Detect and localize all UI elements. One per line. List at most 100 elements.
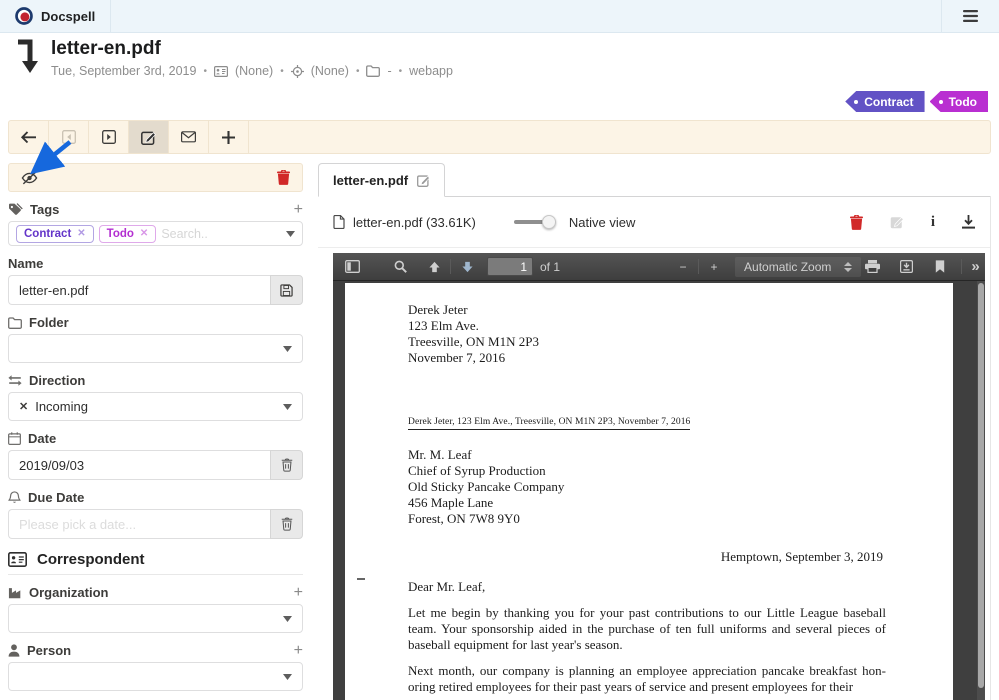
toggle-knob	[542, 215, 556, 229]
document-panel: letter-en.pdf letter-en.pdf (33.61K) Nat…	[318, 163, 991, 700]
save-name-button[interactable]	[270, 275, 303, 305]
tags-multiselect[interactable]: Contract ✕ Todo ✕	[8, 221, 303, 246]
native-view-label: Native view	[569, 215, 635, 230]
user-icon	[8, 644, 20, 657]
pdf-next-page-button[interactable]	[456, 256, 478, 278]
fold-mark	[357, 578, 365, 580]
sidebar-header	[8, 163, 303, 192]
add-person-button[interactable]: +	[294, 644, 303, 658]
tab-label: letter-en.pdf	[333, 173, 408, 188]
tag-badge-contract[interactable]: Contract	[845, 91, 924, 112]
hamburger-icon	[963, 10, 978, 22]
eye-slash-icon[interactable]	[21, 171, 38, 185]
next-item-button[interactable]	[89, 121, 129, 153]
delete-item-button[interactable]	[277, 170, 290, 185]
download-file-button[interactable]	[962, 215, 975, 229]
file-icon	[333, 215, 345, 229]
add-organization-button[interactable]: +	[294, 586, 303, 600]
direction-select[interactable]: ✕ Incoming	[8, 392, 303, 421]
pdf-page-count: of 1	[540, 260, 560, 274]
attachment-tab[interactable]: letter-en.pdf	[318, 163, 445, 197]
pdf-search-button[interactable]	[389, 256, 411, 278]
pdf-zoom-select[interactable]: Automatic Zoom	[735, 257, 861, 277]
correspondent-card-icon	[214, 66, 228, 77]
folder-icon	[8, 317, 22, 329]
chevron-down-icon	[283, 346, 292, 352]
letter-place-date: Hemptown, September 3, 2019	[345, 549, 953, 565]
remove-tag-icon[interactable]: ✕	[140, 228, 148, 239]
file-info-button[interactable]: i	[931, 215, 935, 229]
level-down-arrow-icon	[16, 38, 40, 78]
bullet-separator: •	[356, 66, 360, 77]
letter-return-address: Derek Jeter, 123 Elm Ave., Treesville, O…	[408, 417, 690, 430]
person-field-label: Person +	[8, 643, 303, 658]
name-input-group	[8, 275, 303, 305]
clear-date-button[interactable]	[270, 450, 303, 480]
back-button[interactable]	[9, 121, 49, 153]
app-root: Docspell letter-en.pdf Tue, September 3r…	[0, 0, 999, 700]
pdf-page-number-input[interactable]	[487, 257, 533, 276]
pdf-scrollbar[interactable]	[977, 281, 985, 700]
remove-tag-icon[interactable]: ✕	[77, 228, 85, 239]
tag-chip-contract[interactable]: Contract ✕	[16, 225, 94, 243]
edit-icon	[141, 130, 156, 145]
pdf-download-button[interactable]	[895, 256, 917, 278]
date-field-label: Date	[8, 431, 303, 446]
pdf-bookmark-button[interactable]	[929, 256, 951, 278]
pdf-sidebar-toggle-button[interactable]	[341, 256, 363, 278]
person-select[interactable]	[8, 662, 303, 691]
clear-due-date-button[interactable]	[270, 509, 303, 539]
brand-home-link[interactable]: Docspell	[0, 0, 111, 32]
native-view-toggle[interactable]	[514, 214, 556, 230]
tags-search-input[interactable]	[161, 227, 241, 241]
folder-field-label: Folder	[8, 315, 303, 330]
menu-button[interactable]	[941, 0, 999, 32]
document-header: letter-en.pdf Tue, September 3rd, 2019 •…	[16, 38, 453, 78]
edit-mode-button[interactable]	[129, 121, 169, 153]
delete-file-button[interactable]	[850, 215, 863, 230]
tag-badges: Contract Todo	[845, 91, 988, 112]
meta-correspondent: (None)	[235, 64, 273, 78]
tag-dot	[939, 100, 943, 104]
date-input[interactable]	[8, 450, 270, 480]
attachment-file-row: letter-en.pdf (33.61K) Native view i	[318, 197, 990, 248]
address-card-icon	[8, 552, 27, 567]
bullet-separator: •	[399, 66, 403, 77]
prev-item-button	[49, 121, 89, 153]
pdf-zoom-out-button[interactable]: −	[672, 256, 694, 278]
organization-select[interactable]	[8, 604, 303, 633]
pdf-scrollbar-thumb[interactable]	[978, 283, 984, 688]
clear-direction-icon[interactable]: ✕	[19, 400, 28, 413]
exchange-icon	[8, 375, 22, 386]
due-date-input[interactable]	[8, 509, 270, 539]
mail-button[interactable]	[169, 121, 209, 153]
tag-badge-label: Todo	[949, 95, 977, 109]
item-toolbar	[8, 120, 991, 154]
bullet-separator: •	[280, 66, 284, 77]
due-date-input-group	[8, 509, 303, 539]
pdf-canvas-area[interactable]: Derek Jeter 123 Elm Ave. Treesville, ON …	[333, 281, 985, 700]
meta-source: webapp	[409, 64, 453, 78]
add-tag-button[interactable]: +	[294, 203, 303, 217]
caret-square-left-icon	[62, 130, 76, 144]
letter-salutation: Dear Mr. Leaf,	[408, 579, 953, 595]
letter-recipient-block: Mr. M. Leaf Chief of Syrup Production Ol…	[408, 447, 953, 527]
tag-badge-todo[interactable]: Todo	[930, 91, 988, 112]
name-input[interactable]	[8, 275, 270, 305]
correspondent-section-header: Correspondent	[8, 551, 303, 575]
pdf-prev-page-button[interactable]	[423, 256, 445, 278]
name-field-label: Name	[8, 256, 303, 271]
trash-icon	[281, 517, 293, 531]
folder-select[interactable]	[8, 334, 303, 363]
chevron-down-icon[interactable]	[286, 231, 295, 237]
pdf-print-button[interactable]	[861, 256, 883, 278]
chevron-down-icon	[283, 404, 292, 410]
tag-chip-todo[interactable]: Todo ✕	[99, 225, 157, 243]
industry-icon	[8, 587, 22, 599]
pdf-page: Derek Jeter 123 Elm Ave. Treesville, ON …	[345, 283, 953, 700]
pdf-zoom-in-button[interactable]: +	[703, 256, 725, 278]
pdf-more-tools-button[interactable]: »	[971, 258, 979, 275]
add-files-button[interactable]	[209, 121, 249, 153]
page-title: letter-en.pdf	[51, 38, 453, 60]
letter-paragraph-2-line-1: Next month, our company is planning an e…	[408, 663, 886, 679]
